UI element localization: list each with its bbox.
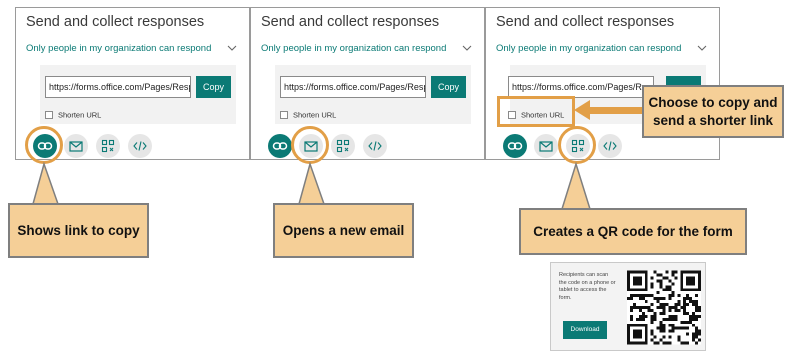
link-icon [507,142,523,150]
panel-title: Send and collect responses [261,14,440,30]
embed-code-icon [368,141,382,151]
highlight-ring-email [291,126,329,164]
link-box: https://forms.office.com/Pages/ResponseP… [40,65,236,124]
embed-button[interactable] [598,134,622,158]
qr-code-icon [336,139,350,153]
shorten-url-checkbox[interactable] [45,110,53,119]
email-button[interactable] [534,134,558,158]
shorten-url-label: Shorten URL [58,110,102,120]
shorten-url-option[interactable]: Shorten URL [45,106,102,120]
download-button[interactable]: Download [563,321,607,339]
qr-code-image [627,270,701,345]
url-field[interactable]: https://forms.office.com/Pages/ResponseP… [45,76,191,98]
link-button[interactable] [503,134,527,158]
shorten-url-checkbox[interactable] [280,110,288,119]
callout-link: Shows link to copy [8,203,149,258]
mail-icon [69,141,83,152]
chevron-down-icon [697,45,707,51]
qr-code-button[interactable] [96,134,120,158]
email-button[interactable] [64,134,88,158]
link-box: https://forms.office.com/Pages/ResponseP… [275,65,471,124]
link-icon [272,142,288,150]
audience-dropdown-value: Only people in my organization can respo… [26,43,212,54]
link-button[interactable] [268,134,292,158]
audience-dropdown-value: Only people in my organization can respo… [261,43,447,54]
mail-icon [539,141,553,152]
callout-qr: Creates a QR code for the form [519,208,747,255]
chevron-down-icon [462,45,472,51]
embed-button[interactable] [363,134,387,158]
qr-code-button[interactable] [331,134,355,158]
callout-shorten: Choose to copy and send a shorter link [642,85,784,138]
pointer-link [32,161,60,205]
share-panel-email: Send and collect responses Only people i… [250,7,485,160]
qr-description: Recipients can scan the code on a phone … [559,272,616,301]
embed-code-icon [603,141,617,151]
audience-dropdown[interactable]: Only people in my organization can respo… [26,42,238,58]
qr-code-icon [101,139,115,153]
highlight-box-shorten [497,96,575,127]
embed-code-icon [133,141,147,151]
panel-title: Send and collect responses [496,14,675,30]
callout-email: Opens a new email [273,203,414,258]
pointer-email [298,161,326,205]
shorten-url-label: Shorten URL [293,110,337,120]
callout-shorten-line2: send a shorter link [652,112,774,128]
shorten-url-option[interactable]: Shorten URL [280,106,337,120]
url-field[interactable]: https://forms.office.com/Pages/ResponseP… [280,76,426,98]
highlight-ring-link [25,126,63,164]
audience-dropdown[interactable]: Only people in my organization can respo… [261,42,473,58]
url-field[interactable]: https://forms.office.com/Pages/ResponseP… [508,76,654,98]
pointer-qr [560,161,592,210]
highlight-ring-qr [558,126,596,164]
copy-button[interactable]: Copy [196,76,231,98]
embed-button[interactable] [128,134,152,158]
chevron-down-icon [227,45,237,51]
panel-title: Send and collect responses [26,14,205,30]
copy-button[interactable]: Copy [431,76,466,98]
audience-dropdown-value: Only people in my organization can respo… [496,43,682,54]
callout-shorten-line1: Choose to copy and [648,94,778,110]
audience-dropdown[interactable]: Only people in my organization can respo… [496,42,708,58]
qr-code-card: Recipients can scan the code on a phone … [550,262,706,351]
